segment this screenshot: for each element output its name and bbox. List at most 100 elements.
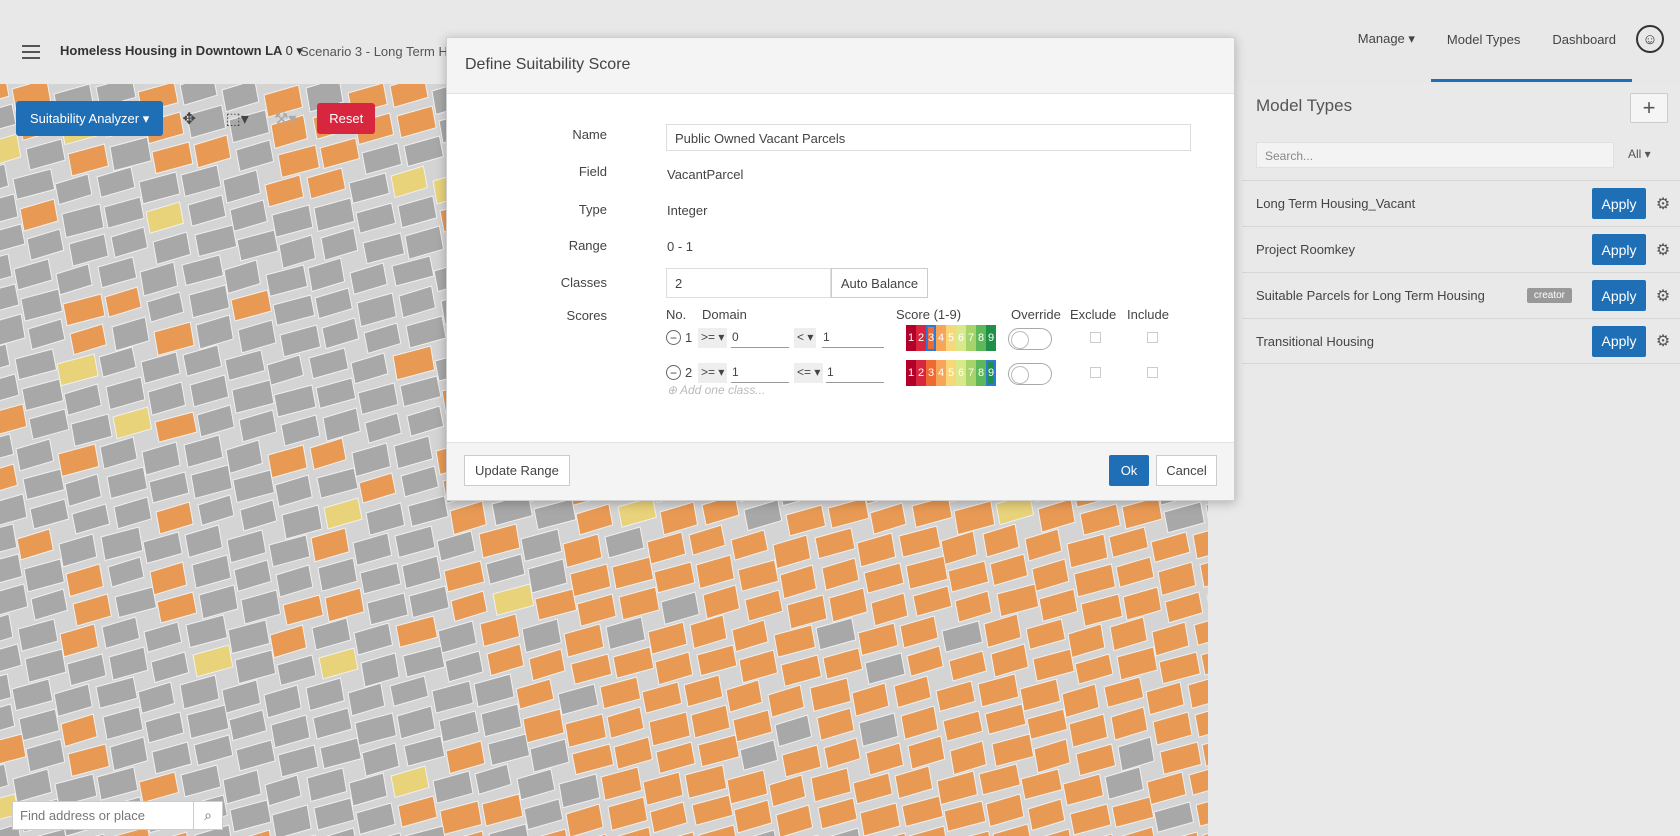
score-option-2[interactable]: 2 bbox=[916, 325, 926, 351]
field-label: Field bbox=[578, 164, 607, 179]
score-option-1[interactable]: 1 bbox=[906, 360, 916, 386]
list-item[interactable]: Suitable Parcels for Long Term Housing c… bbox=[1242, 272, 1680, 318]
operator-select[interactable]: <= ▾ bbox=[794, 363, 824, 383]
domain-min-input[interactable]: 0 bbox=[731, 328, 789, 348]
gear-icon[interactable]: ⚙ bbox=[1646, 240, 1680, 260]
hammer-icon[interactable]: ⚒▾ bbox=[263, 101, 307, 136]
map-toolbar: Suitability Analyzer ▾ ✥ ⬚▾ ⚒▾ Reset bbox=[16, 101, 376, 136]
score-option-5[interactable]: 5 bbox=[946, 360, 956, 386]
include-checkbox[interactable] bbox=[1147, 332, 1158, 343]
exclude-checkbox[interactable] bbox=[1090, 332, 1101, 343]
score-option-8[interactable]: 8 bbox=[976, 360, 986, 386]
list-item[interactable]: Long Term Housing_Vacant Apply ⚙ bbox=[1242, 180, 1680, 226]
remove-class-icon[interactable]: − bbox=[666, 330, 681, 345]
model-type-list: Long Term Housing_Vacant Apply ⚙ Project… bbox=[1242, 180, 1680, 364]
col-override: Override bbox=[1011, 307, 1061, 322]
add-model-type-button[interactable]: + bbox=[1630, 93, 1668, 123]
add-class-link[interactable]: ⊕ Add one class... bbox=[667, 383, 765, 397]
header-nav: Manage ▾ Model Types Dashboard ☺ bbox=[1342, 0, 1680, 84]
score-row: − 1 >= ▾ 0 < ▾ 1 123456789 bbox=[666, 325, 1186, 351]
score-option-4[interactable]: 4 bbox=[936, 325, 946, 351]
apply-button[interactable]: Apply bbox=[1592, 188, 1646, 219]
menu-icon[interactable] bbox=[22, 45, 40, 59]
override-toggle[interactable] bbox=[1008, 328, 1052, 350]
score-option-6[interactable]: 6 bbox=[956, 360, 966, 386]
filter-dropdown[interactable]: All ▾ bbox=[1628, 147, 1651, 161]
score-option-1[interactable]: 1 bbox=[906, 325, 916, 351]
gear-icon[interactable]: ⚙ bbox=[1646, 331, 1680, 351]
score-scale[interactable]: 123456789 bbox=[906, 325, 996, 351]
score-option-5[interactable]: 5 bbox=[946, 325, 956, 351]
user-avatar[interactable]: ☺ bbox=[1636, 25, 1664, 53]
creator-badge: creator bbox=[1526, 288, 1572, 303]
row-number: 2 bbox=[685, 365, 693, 380]
classes-input[interactable]: 2 bbox=[666, 268, 831, 298]
define-suitability-score-dialog: Define Suitability Score Name Public Own… bbox=[446, 37, 1235, 501]
include-checkbox[interactable] bbox=[1147, 367, 1158, 378]
name-input[interactable]: Public Owned Vacant Parcels bbox=[666, 124, 1191, 151]
col-include: Include bbox=[1127, 307, 1169, 322]
model-search-input[interactable]: Search... bbox=[1256, 142, 1614, 168]
apply-button[interactable]: Apply bbox=[1592, 280, 1646, 311]
nav-manage[interactable]: Manage ▾ bbox=[1342, 0, 1431, 84]
cancel-button[interactable]: Cancel bbox=[1156, 455, 1217, 486]
operator-select[interactable]: >= ▾ bbox=[698, 328, 728, 348]
scores-label: Scores bbox=[566, 308, 607, 323]
col-no: No. bbox=[666, 307, 687, 322]
model-types-panel: Model Types + Search... All ▾ Long Term … bbox=[1242, 84, 1680, 836]
score-option-8[interactable]: 8 bbox=[976, 325, 986, 351]
list-item[interactable]: Project Roomkey Apply ⚙ bbox=[1242, 226, 1680, 272]
classes-label: Classes bbox=[560, 275, 607, 290]
model-type-name: Suitable Parcels for Long Term Housing bbox=[1256, 288, 1485, 303]
address-search[interactable]: Find address or place ⌕ bbox=[12, 801, 223, 830]
score-option-3[interactable]: 3 bbox=[926, 360, 936, 386]
select-tool-icon[interactable]: ⬚▾ bbox=[215, 101, 259, 136]
remove-class-icon[interactable]: − bbox=[666, 365, 681, 380]
score-option-7[interactable]: 7 bbox=[966, 325, 976, 351]
row-number: 1 bbox=[685, 330, 693, 345]
dialog-footer: Update Range Ok Cancel bbox=[447, 442, 1234, 500]
gear-icon[interactable]: ⚙ bbox=[1646, 286, 1680, 306]
panel-title: Model Types bbox=[1256, 96, 1353, 115]
app-title[interactable]: Homeless Housing in Downtown LA 0 ▾ bbox=[60, 43, 303, 59]
search-icon[interactable]: ⌕ bbox=[193, 802, 222, 829]
field-value: VacantParcel bbox=[667, 167, 744, 182]
score-option-4[interactable]: 4 bbox=[936, 360, 946, 386]
domain-max-input[interactable]: 1 bbox=[822, 328, 884, 348]
model-type-name: Long Term Housing_Vacant bbox=[1256, 196, 1416, 211]
apply-button[interactable]: Apply bbox=[1592, 325, 1646, 357]
gear-icon[interactable]: ⚙ bbox=[1646, 194, 1680, 214]
auto-balance-button[interactable]: Auto Balance bbox=[831, 268, 928, 298]
domain-min-input[interactable]: 1 bbox=[731, 363, 789, 383]
type-label: Type bbox=[578, 202, 607, 217]
model-type-name: Project Roomkey bbox=[1256, 242, 1355, 257]
range-value: 0 - 1 bbox=[667, 239, 694, 254]
score-option-3[interactable]: 3 bbox=[926, 325, 936, 351]
score-option-2[interactable]: 2 bbox=[916, 360, 926, 386]
exclude-checkbox[interactable] bbox=[1090, 367, 1101, 378]
reset-button[interactable]: Reset bbox=[317, 103, 376, 134]
score-option-9[interactable]: 9 bbox=[986, 360, 996, 386]
score-option-6[interactable]: 6 bbox=[956, 325, 966, 351]
model-type-name: Transitional Housing bbox=[1256, 333, 1375, 349]
score-option-7[interactable]: 7 bbox=[966, 360, 976, 386]
update-range-button[interactable]: Update Range bbox=[464, 455, 570, 486]
type-value: Integer bbox=[667, 203, 708, 218]
score-scale[interactable]: 123456789 bbox=[906, 360, 996, 386]
nav-model-types[interactable]: Model Types bbox=[1430, 0, 1537, 84]
operator-select[interactable]: >= ▾ bbox=[698, 363, 728, 383]
override-toggle[interactable] bbox=[1008, 363, 1052, 385]
address-search-input[interactable]: Find address or place bbox=[13, 802, 193, 829]
score-option-9[interactable]: 9 bbox=[986, 325, 996, 351]
scenario-selector[interactable]: Scenario 3 - Long Term Ho bbox=[300, 44, 455, 59]
ok-button[interactable]: Ok bbox=[1109, 455, 1149, 486]
suitability-analyzer-button[interactable]: Suitability Analyzer ▾ bbox=[16, 101, 164, 136]
list-item[interactable]: Transitional Housing Apply ⚙ bbox=[1242, 318, 1680, 364]
col-exclude: Exclude bbox=[1070, 307, 1117, 322]
domain-max-input[interactable]: 1 bbox=[826, 363, 884, 383]
nav-dashboard[interactable]: Dashboard bbox=[1536, 0, 1632, 84]
apply-button[interactable]: Apply bbox=[1592, 234, 1646, 265]
pan-icon[interactable]: ✥ bbox=[167, 101, 211, 136]
operator-select[interactable]: < ▾ bbox=[794, 328, 817, 348]
col-score: Score (1-9) bbox=[896, 307, 962, 322]
